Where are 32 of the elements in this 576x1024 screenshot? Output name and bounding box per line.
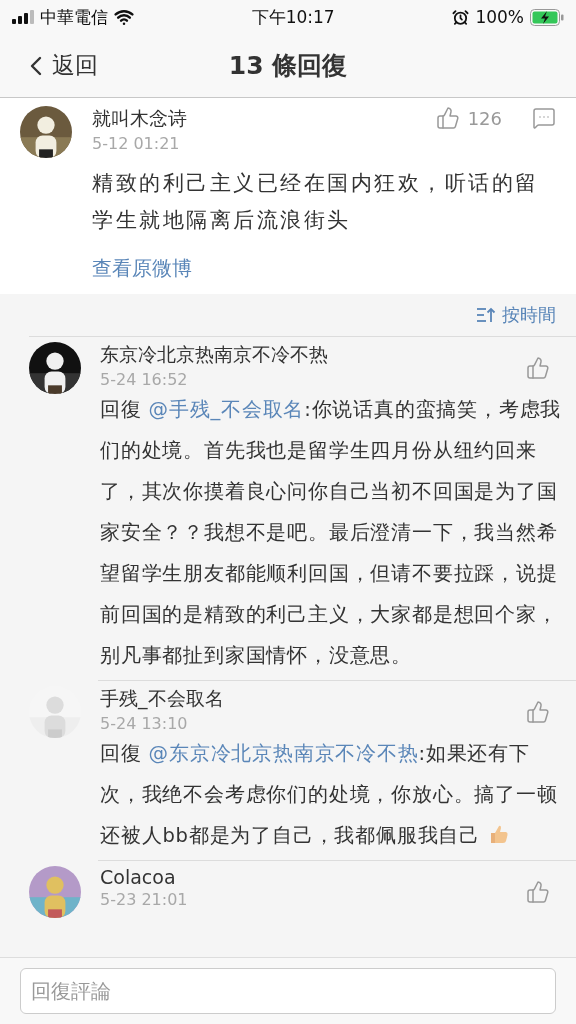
alarm-icon	[452, 8, 470, 26]
back-button[interactable]: 返回	[20, 49, 98, 82]
reply-input-field[interactable]: 回復評論	[20, 968, 556, 1014]
like-icon[interactable]	[526, 356, 550, 380]
page-title: 13 條回復	[228, 50, 348, 82]
reply-time: 5-24 13:10	[100, 714, 189, 733]
battery-level: 100%	[475, 7, 524, 27]
carrier-name: 中華電信	[40, 5, 108, 29]
reply-text: 回復 @东京冷北京热南京不冷不热:如果还有下次，我绝不会考虑你们的处境，你放心。搞了一顿还被人bb都是为了自己，我都佩服我自己	[100, 741, 559, 849]
view-original-link[interactable]: 查看原微博	[92, 255, 192, 282]
reply-text: 回復 @手残_不会取名:你说话真的蛮搞笑，考虑我们的处境。首先我也是留学生四月份从纽约回来了，其次你摸着良心问你自己当初不回国是为了国家安全？？我想不是吧。最后澄清一下，我当然希望留学生朋友都能顺利回国，但请不要拉踩，说提前回国的是精致的利己主义，大家都是想回个家，别凡事都扯到家国情怀，没意思。	[100, 397, 562, 669]
author-name: 就叫木念诗	[92, 106, 187, 131]
comment-icon[interactable]	[532, 106, 556, 130]
like-icon[interactable]	[526, 880, 550, 904]
like-icon[interactable]	[526, 700, 550, 724]
author-name: 东京冷北京热南京不冷不热	[100, 342, 328, 367]
sort-icon	[476, 307, 496, 323]
author-name: Colacoa	[100, 866, 177, 888]
like-count: 126	[467, 107, 502, 129]
mention-link[interactable]: @手残_不会取名	[148, 398, 305, 421]
battery-charging-icon	[530, 8, 564, 26]
reply-time: 5-23 21:01	[100, 890, 188, 909]
status-time: 下午10:17	[251, 5, 335, 29]
post-time: 5-12 01:21	[92, 134, 181, 153]
post-text: 精致的利己主义已经在国内狂欢，听话的留学生就地隔离后流浪街头	[92, 170, 540, 234]
reply-time: 5-24 16:52	[100, 370, 189, 389]
wifi-icon	[114, 7, 134, 27]
mention-link[interactable]: @东京冷北京热南京不冷不热	[148, 742, 419, 765]
like-icon[interactable]	[435, 106, 460, 130]
sort-button[interactable]: 按時間	[476, 303, 556, 327]
signal-icon	[12, 10, 34, 24]
author-name: 手残_不会取名	[100, 686, 224, 712]
